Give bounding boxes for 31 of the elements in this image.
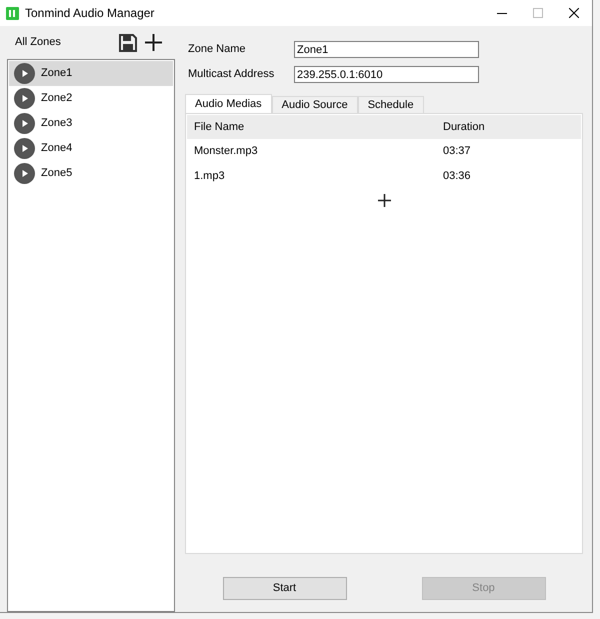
zone-item[interactable]: Zone5 <box>9 161 173 186</box>
column-header: File Name <box>193 120 246 135</box>
zone-item[interactable]: Zone4 <box>9 136 173 161</box>
field-label: Zone Name <box>187 42 246 58</box>
close-icon[interactable] <box>569 8 579 18</box>
field-label: Multicast Address <box>187 67 276 82</box>
play-icon[interactable] <box>14 113 35 134</box>
table-cell-text: 03:36 <box>443 169 471 184</box>
input-field[interactable]: Zone1 <box>294 41 479 58</box>
zone-item[interactable]: Zone3 <box>9 111 173 136</box>
table-cell-text: 03:37 <box>443 144 471 160</box>
sidebar-title: All Zones <box>15 35 61 50</box>
window-title: Tonmind Audio Manager <box>25 5 154 22</box>
tab[interactable]: Audio Source <box>272 96 358 113</box>
input-field[interactable]: 239.255.0.1:6010 <box>294 66 479 83</box>
play-icon[interactable] <box>14 88 35 109</box>
zone-item[interactable]: Zone2 <box>9 86 173 111</box>
tab[interactable]: Audio Medias <box>185 94 272 113</box>
play-icon[interactable] <box>14 163 35 184</box>
zone-item[interactable]: Zone1 <box>9 61 173 86</box>
add-icon[interactable] <box>378 194 390 207</box>
add-icon[interactable] <box>145 34 162 51</box>
column-header: Duration <box>443 120 485 135</box>
table-cell-text: Monster.mp3 <box>193 144 259 160</box>
play-icon[interactable] <box>14 63 35 84</box>
action-button[interactable]: Start <box>222 577 346 600</box>
app-logo-icon <box>6 6 19 20</box>
table-cell-text: 1.mp3 <box>193 169 226 184</box>
play-icon[interactable] <box>14 138 35 159</box>
tab[interactable]: Schedule <box>358 96 424 113</box>
save-icon[interactable] <box>119 34 137 52</box>
